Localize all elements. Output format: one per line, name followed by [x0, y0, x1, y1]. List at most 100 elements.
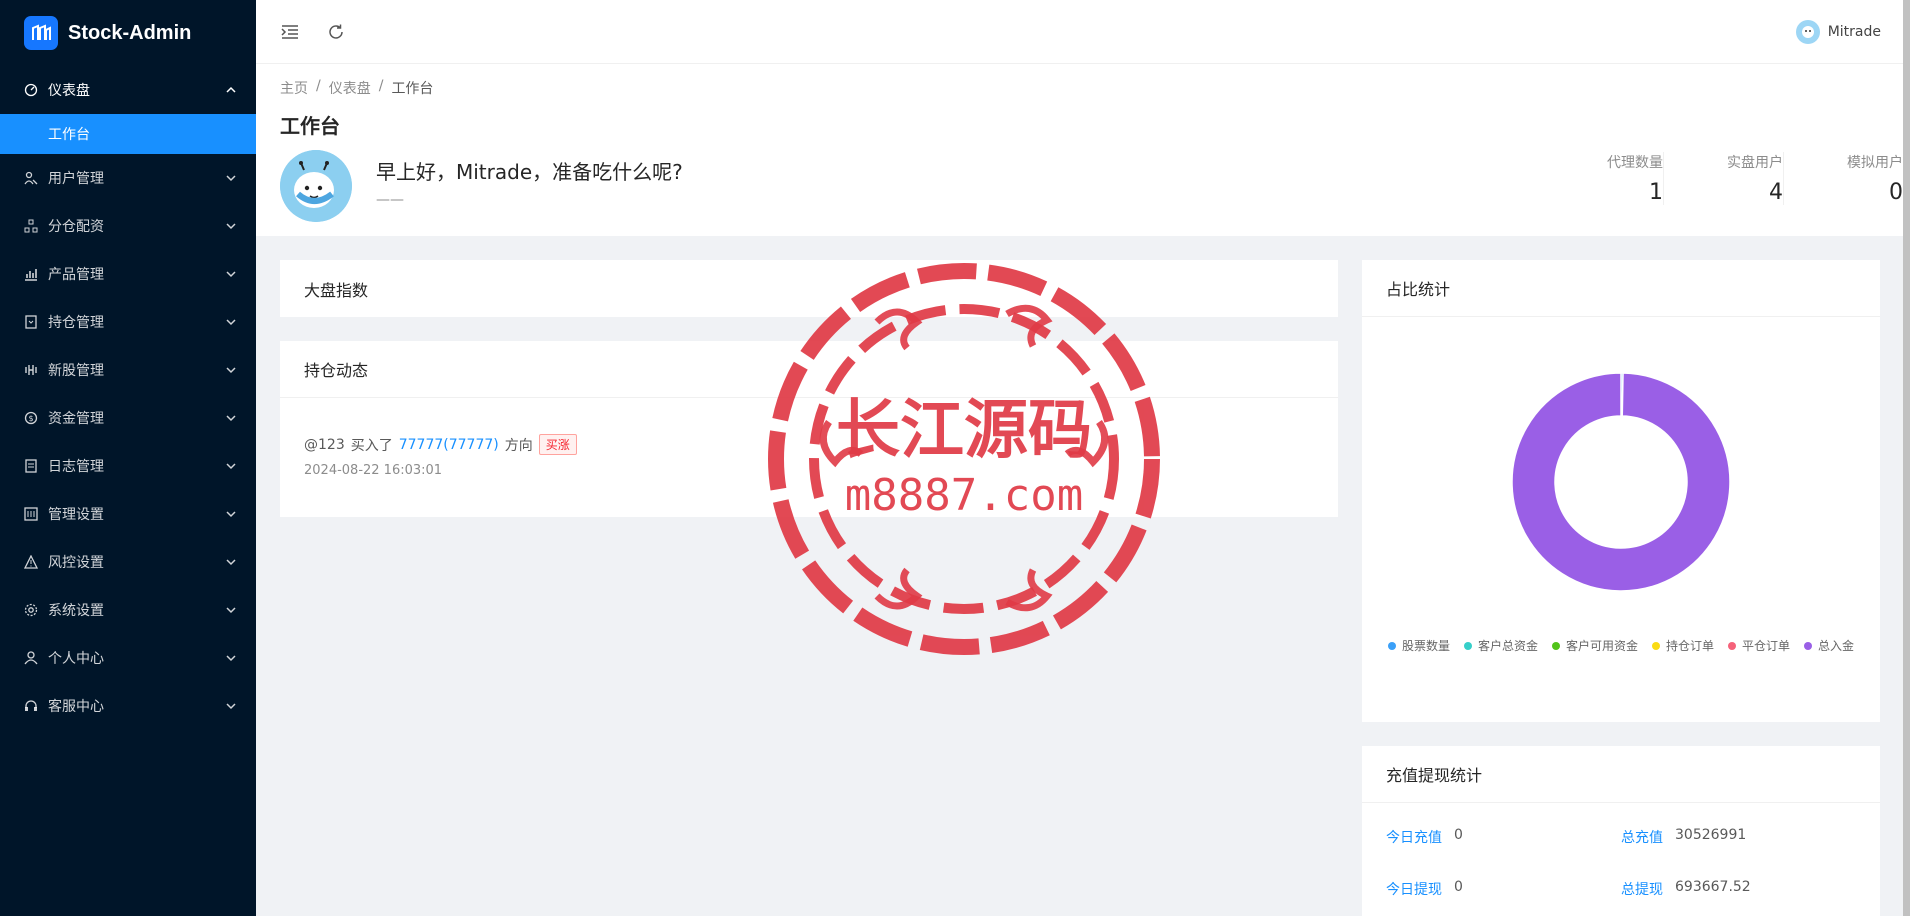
- rc-value: 0: [1454, 827, 1463, 843]
- legend-dot: [1463, 641, 1472, 650]
- page-title: 工作台: [280, 114, 340, 138]
- stat-agents: 代理数量 1: [1543, 152, 1663, 205]
- rc-label[interactable]: 今日充值: [1386, 827, 1442, 847]
- chart-legend: 股票数量 客户总资金 客户可用资金 持仓订单 平仓订单 总入金: [1362, 637, 1880, 654]
- breadcrumb-home[interactable]: 主页: [280, 78, 308, 98]
- person-icon: [24, 651, 38, 665]
- sidebar-item-3[interactable]: 产品管理: [0, 250, 256, 298]
- rc-value: 0: [1454, 879, 1463, 895]
- legend-dot: [1652, 641, 1660, 650]
- scrollbar[interactable]: [1903, 0, 1910, 916]
- chevron-down-icon: [226, 607, 236, 614]
- stat-value: 0: [1889, 180, 1903, 205]
- sidebar-item-12[interactable]: 客服中心: [0, 682, 256, 730]
- sidebar-item-7[interactable]: 日志管理: [0, 442, 256, 490]
- dashboard-icon: [24, 83, 38, 97]
- sidebar-item-10[interactable]: 系统设置: [0, 586, 256, 634]
- legend-label: 平仓订单: [1742, 639, 1791, 653]
- welcome-subtitle: ——: [376, 192, 404, 208]
- chevron-down-icon: [226, 415, 236, 422]
- market-index-card: 大盘指数: [280, 260, 1338, 317]
- chevron-down-icon: [226, 703, 236, 710]
- warning-icon: [24, 555, 38, 569]
- legend-dot: [1804, 641, 1813, 650]
- legend-item-3[interactable]: 持仓订单: [1652, 637, 1714, 654]
- sidebar-item-0[interactable]: 仪表盘: [0, 66, 256, 114]
- stat-label: 代理数量: [1607, 155, 1663, 171]
- sidebar-item-label: 仪表盘: [48, 83, 90, 99]
- ratio-card: 占比统计 股票数量 客户总资金 客户可用资金 持仓订单 平仓订单 总入金: [1362, 260, 1880, 722]
- chevron-down-icon: [226, 175, 236, 182]
- rc-label[interactable]: 总提现: [1621, 879, 1663, 899]
- sidebar-menu: 仪表盘工作台 用户管理分仓配资产品管理 持仓管理新股管理 $ 资金管理 日志管理 管理设置风…: [0, 66, 256, 730]
- feed-direction-label: 方向: [504, 437, 533, 454]
- sidebar-item-8[interactable]: 管理设置: [0, 490, 256, 538]
- sidebar: Stock-Admin 仪表盘工作台 用户管理分仓配资产品管理 持仓管理新股管理 $ 资…: [0, 0, 256, 916]
- sidebar-subitem-workbench[interactable]: 工作台: [0, 114, 256, 154]
- stat-label: 实盘用户: [1727, 155, 1783, 171]
- legend-label: 股票数量: [1401, 639, 1450, 653]
- positions-feed: @123 买入了 77777(77777) 方向 买涨 2024-08-22 1…: [280, 398, 1338, 502]
- legend-item-4[interactable]: 平仓订单: [1728, 637, 1790, 654]
- sidebar-item-label: 客服中心: [48, 699, 104, 715]
- legend-item-2[interactable]: 客户可用资金: [1551, 637, 1638, 654]
- chevron-down-icon: [226, 319, 236, 326]
- sidebar-item-label: 系统设置: [48, 603, 104, 619]
- menu-fold-icon: [281, 24, 298, 39]
- stats: 代理数量 1 实盘用户 4 模拟用户 0: [1543, 152, 1903, 205]
- sidebar-item-2[interactable]: 分仓配资: [0, 202, 256, 250]
- headset-icon: [24, 699, 38, 713]
- legend-dot: [1387, 641, 1396, 650]
- chevron-down-icon: [226, 223, 236, 230]
- logo[interactable]: Stock-Admin: [0, 0, 256, 66]
- sidebar-item-11[interactable]: 个人中心: [0, 634, 256, 682]
- feed-stock-link[interactable]: 77777(77777): [399, 437, 499, 453]
- chevron-down-icon: [226, 367, 236, 374]
- rc-label[interactable]: 今日提现: [1386, 879, 1442, 899]
- stat-label: 模拟用户: [1847, 155, 1903, 171]
- page-header: 主页 / 仪表盘 / 工作台 工作台 早上好，Mitrade，准备吃什么呢? —— …: [256, 64, 1903, 236]
- sidebar-item-label: 个人中心: [48, 651, 104, 667]
- avatar: [1795, 19, 1820, 44]
- legend-item-5[interactable]: 总入金: [1804, 637, 1854, 654]
- stat-real-users: 实盘用户 4: [1663, 152, 1783, 205]
- stat-value: 4: [1769, 180, 1783, 205]
- chart-icon: [24, 267, 38, 281]
- user-menu[interactable]: Mitrade: [1795, 19, 1881, 44]
- scrollbar-thumb[interactable]: [1903, 0, 1910, 916]
- sidebar-item-9[interactable]: 风控设置: [0, 538, 256, 586]
- list-item: @123 买入了 77777(77777) 方向 买涨: [304, 434, 1314, 455]
- log-icon: [24, 459, 38, 473]
- collapse-menu-button[interactable]: [278, 20, 302, 44]
- sidebar-item-6[interactable]: $ 资金管理: [0, 394, 256, 442]
- welcome-avatar: [280, 150, 352, 222]
- sidebar-item-1[interactable]: 用户管理: [0, 154, 256, 202]
- today-recharge: 今日充值 0: [1386, 827, 1621, 847]
- sidebar-item-label: 风控设置: [48, 555, 104, 571]
- feed-user: @123: [304, 436, 345, 453]
- legend-label: 总入金: [1818, 639, 1855, 653]
- sidebar-item-label: 分仓配资: [48, 219, 104, 235]
- user-manage-icon: [24, 171, 38, 185]
- legend-label: 客户总资金: [1477, 639, 1538, 653]
- donut-slice-5[interactable]: [1511, 372, 1731, 592]
- refresh-icon: [329, 24, 343, 39]
- sidebar-item-4[interactable]: 持仓管理: [0, 298, 256, 346]
- card-title: 持仓动态: [280, 341, 1338, 398]
- legend-item-1[interactable]: 客户总资金: [1463, 637, 1538, 654]
- today-withdraw: 今日提现 0: [1386, 879, 1621, 899]
- total-withdraw: 总提现 693667.52: [1621, 879, 1856, 899]
- legend-label: 客户可用资金: [1565, 639, 1638, 653]
- breadcrumb-dashboard[interactable]: 仪表盘: [329, 78, 371, 98]
- breadcrumb: 主页 / 仪表盘 / 工作台: [280, 78, 434, 98]
- position-icon: [24, 315, 38, 329]
- legend-item-0[interactable]: 股票数量: [1387, 637, 1450, 654]
- gear-icon: [24, 603, 38, 617]
- rc-label[interactable]: 总充值: [1621, 827, 1663, 847]
- sidebar-item-label: 资金管理: [48, 411, 104, 427]
- sidebar-item-label: 新股管理: [48, 363, 104, 379]
- chevron-down-icon: [226, 655, 236, 662]
- sidebar-item-5[interactable]: 新股管理: [0, 346, 256, 394]
- refresh-button[interactable]: [324, 20, 348, 44]
- recharge-card: 充值提现统计 今日充值 0 总充值 30526991 今日提现 0 总提现 69…: [1362, 746, 1880, 916]
